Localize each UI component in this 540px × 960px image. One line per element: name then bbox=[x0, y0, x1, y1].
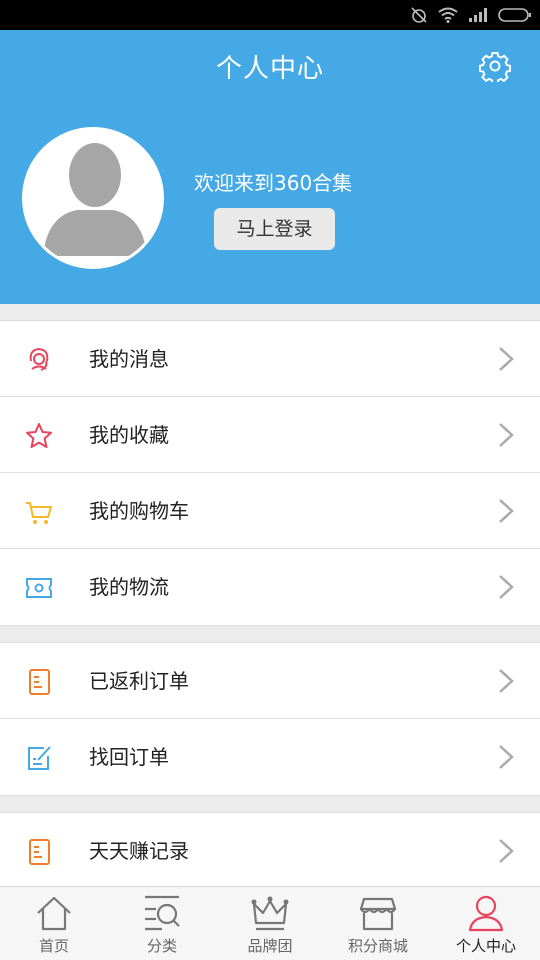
tab-category[interactable]: 分类 bbox=[108, 887, 216, 960]
gear-icon[interactable] bbox=[479, 50, 511, 82]
crown-icon bbox=[251, 896, 289, 931]
welcome-text: 欢迎来到360合集 bbox=[194, 171, 353, 195]
page-title: 个人中心 bbox=[215, 54, 324, 84]
menu-item-daily-earn-records[interactable]: 天天赚记录 bbox=[0, 813, 540, 889]
chevron-right-icon bbox=[499, 423, 514, 447]
store-icon bbox=[359, 897, 397, 931]
tab-points-store[interactable]: 积分商城 bbox=[324, 887, 432, 960]
tab-home[interactable]: 首页 bbox=[0, 887, 108, 960]
menu-group-earnings: 天天赚记录 bbox=[0, 812, 540, 890]
tab-brand-group[interactable]: 品牌团 bbox=[216, 887, 324, 960]
chevron-right-icon bbox=[499, 347, 514, 371]
signal-icon bbox=[469, 8, 487, 22]
record-icon bbox=[29, 839, 50, 865]
tab-label: 品牌团 bbox=[247, 937, 293, 955]
status-icons bbox=[410, 5, 532, 25]
home-icon bbox=[37, 896, 71, 931]
order-icon bbox=[29, 669, 50, 695]
menu-group-orders: 已返利订单 找回订单 bbox=[0, 642, 540, 796]
cart-icon bbox=[26, 502, 52, 524]
person-icon bbox=[468, 895, 504, 932]
menu-item-label: 我的收藏 bbox=[89, 423, 169, 447]
wifi-icon bbox=[438, 7, 458, 23]
menu-item-label: 我的购物车 bbox=[89, 499, 189, 523]
chevron-right-icon bbox=[499, 839, 514, 863]
menu-item-favorites[interactable]: 我的收藏 bbox=[0, 397, 540, 473]
menu-item-label: 我的物流 bbox=[89, 575, 169, 599]
menu-item-messages[interactable]: 我的消息 bbox=[0, 321, 540, 397]
menu-item-label: 天天赚记录 bbox=[89, 839, 189, 863]
tab-label: 分类 bbox=[146, 937, 177, 955]
tab-label: 积分商城 bbox=[347, 937, 408, 955]
bottom-tab-bar: 首页 分类 品牌团 积分商城 个人中心 bbox=[0, 886, 540, 960]
menu-item-cart[interactable]: 我的购物车 bbox=[0, 473, 540, 549]
chevron-right-icon bbox=[499, 499, 514, 523]
avatar[interactable] bbox=[22, 127, 164, 269]
default-avatar-icon bbox=[25, 130, 161, 266]
menu-item-label: 我的消息 bbox=[89, 347, 169, 371]
status-bar bbox=[0, 0, 540, 30]
tab-personal-center[interactable]: 个人中心 bbox=[432, 887, 540, 960]
menu-item-label: 已返利订单 bbox=[89, 669, 189, 693]
chevron-right-icon bbox=[499, 575, 514, 599]
message-icon bbox=[29, 347, 49, 371]
menu-item-recover-orders[interactable]: 找回订单 bbox=[0, 719, 540, 795]
tab-label: 个人中心 bbox=[455, 937, 516, 955]
menu-item-rebate-orders[interactable]: 已返利订单 bbox=[0, 643, 540, 719]
logistics-icon bbox=[26, 578, 52, 598]
edit-order-icon bbox=[28, 746, 51, 770]
login-button[interactable]: 马上登录 bbox=[214, 208, 335, 250]
battery-icon bbox=[498, 8, 531, 22]
alarm-off-icon bbox=[411, 7, 427, 23]
tab-label: 首页 bbox=[38, 937, 69, 955]
chevron-right-icon bbox=[499, 745, 514, 769]
menu-group-account: 我的消息 我的收藏 我的购物车 我的物流 bbox=[0, 320, 540, 626]
profile-header: 个人中心 欢迎来到360合集 马上登录 bbox=[0, 30, 540, 304]
menu-item-label: 找回订单 bbox=[89, 745, 169, 769]
menu-item-logistics[interactable]: 我的物流 bbox=[0, 549, 540, 625]
star-icon bbox=[26, 423, 52, 448]
chevron-right-icon bbox=[499, 669, 514, 693]
category-search-icon bbox=[145, 895, 180, 931]
